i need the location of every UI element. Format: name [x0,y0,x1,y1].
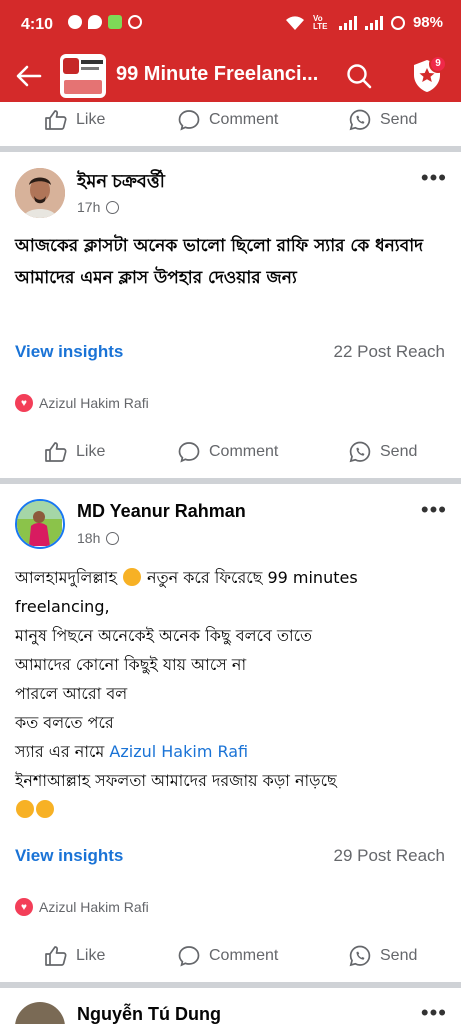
comment-label: Comment [209,947,279,964]
reaction-summary[interactable]: ♥ Azizul Hakim Rafi [15,394,149,412]
like-button[interactable]: Like [44,944,105,968]
comment-label: Comment [209,111,279,128]
back-arrow-icon[interactable] [14,61,44,91]
comment-button[interactable]: Comment [177,944,278,968]
wifi-icon [285,15,304,30]
post-reach: 22 Post Reach [333,342,445,361]
post-meta: 17h [77,199,120,215]
reactor-name: Azizul Hakim Rafi [39,899,149,915]
reactor-name: Azizul Hakim Rafi [39,395,149,411]
status-notification-icons [68,15,142,29]
avatar[interactable] [15,1002,65,1024]
message-icon [108,15,122,29]
post-actions-top: Like Comment Send [0,100,461,140]
author-name[interactable]: MD Yeanur Rahman [77,501,246,522]
more-options-icon[interactable]: ••• [421,165,447,191]
post-actions: Like Comment Send [0,432,461,472]
group-title[interactable]: 99 Minute Freelanci... [116,63,318,86]
post-text: আলহামদুলিল্লাহ নতুন করে ফিরেছে 99 minute… [15,563,450,824]
post-time[interactable]: 18h [77,530,100,546]
like-icon [45,110,67,130]
messenger-icon [68,15,82,29]
status-time: 4:10 [21,16,54,33]
author-name[interactable]: Nguyễn Tú Dung [77,1004,221,1024]
post-time[interactable]: 17h [77,199,100,215]
more-options-icon[interactable]: ••• [421,1000,447,1024]
whatsapp-icon [349,441,371,463]
send-button[interactable]: Send [348,944,417,968]
post-line: আমাদের কোনো কিছুই যায় আসে না [15,655,247,674]
post-line: পারলে আরো বল [15,684,128,703]
comment-label: Comment [209,443,279,460]
group-thumbnail[interactable] [60,54,106,98]
status-right: Vo LTE 98% [285,14,443,31]
post-divider [0,478,461,484]
post-actions: Like Comment Send [0,936,461,976]
post-divider [0,146,461,152]
post-line: স্যার এর নামে Azizul Hakim Rafi [15,742,249,761]
post-meta: 18h [77,530,120,546]
search-icon[interactable] [345,62,373,90]
avatar-photo [15,168,65,218]
smiling-face-with-hearts-icon [36,800,54,818]
notification-badge: 9 [429,55,447,73]
smiling-face-with-hearts-icon [122,568,141,586]
post-text: আজকের ক্লাসটা অনেক ভালো ছিলো রাফি স্যার … [15,236,424,288]
privacy-group-icon [106,200,120,214]
reaction-summary[interactable]: ♥ Azizul Hakim Rafi [15,898,149,916]
signal-icon-2 [364,15,383,30]
post-reach: 29 Post Reach [333,846,445,865]
group-logo-mark [63,58,79,74]
post-divider [0,982,461,988]
network-label: Vo LTE [312,13,328,31]
app-bar: 99 Minute Freelanci... [0,50,461,102]
send-label: Send [380,111,418,128]
comment-icon [178,110,200,131]
mention-link[interactable]: Azizul Hakim Rafi [109,742,248,761]
like-label: Like [76,947,106,964]
like-label: Like [76,443,106,460]
avatar-photo [17,501,62,546]
like-button[interactable]: Like [44,440,105,464]
alarm-icon [128,15,142,29]
post-line [15,795,450,824]
whatsapp-icon [349,945,371,967]
heart-icon: ♥ [15,898,33,916]
send-button[interactable]: Send [348,108,417,132]
whatsapp-icon [349,109,371,131]
like-label: Like [76,111,106,128]
telegram-icon [88,15,102,29]
like-icon [45,442,67,462]
like-icon [45,946,67,966]
comment-icon [178,442,200,463]
battery-level: 98% [412,14,443,31]
privacy-group-icon [106,531,120,545]
post-line: কত বলতে পরে [15,713,114,732]
comment-button[interactable]: Comment [177,108,278,132]
like-button[interactable]: Like [44,108,105,132]
post-line: ইনশাআল্লাহ সফলতা আমাদের দরজায় কড়া নাড়… [15,771,337,790]
author-name[interactable]: ইমন চক্রবর্ত্তী [77,167,165,198]
battery-icon [390,15,405,30]
avatar[interactable] [15,168,65,218]
status-bar: 4:10 Vo LTE 98% [0,0,461,50]
post-line: মানুষ পিছনে অনেকেই অনেক কিছু বলবে তাতে [15,626,313,645]
send-label: Send [380,947,418,964]
view-insights-link[interactable]: View insights [15,342,123,362]
signal-icon [338,15,357,30]
avatar[interactable] [15,499,65,549]
send-button[interactable]: Send [348,440,417,464]
comment-button[interactable]: Comment [177,440,278,464]
heart-icon: ♥ [15,394,33,412]
post-line: freelancing, [15,597,110,616]
smiling-face-with-hearts-icon [16,800,34,818]
comment-icon [178,946,200,967]
more-options-icon[interactable]: ••• [421,497,447,523]
post-line: আলহামদুলিল্লাহ নতুন করে ফিরেছে 99 minute… [15,568,358,587]
send-label: Send [380,443,418,460]
view-insights-link[interactable]: View insights [15,846,123,866]
